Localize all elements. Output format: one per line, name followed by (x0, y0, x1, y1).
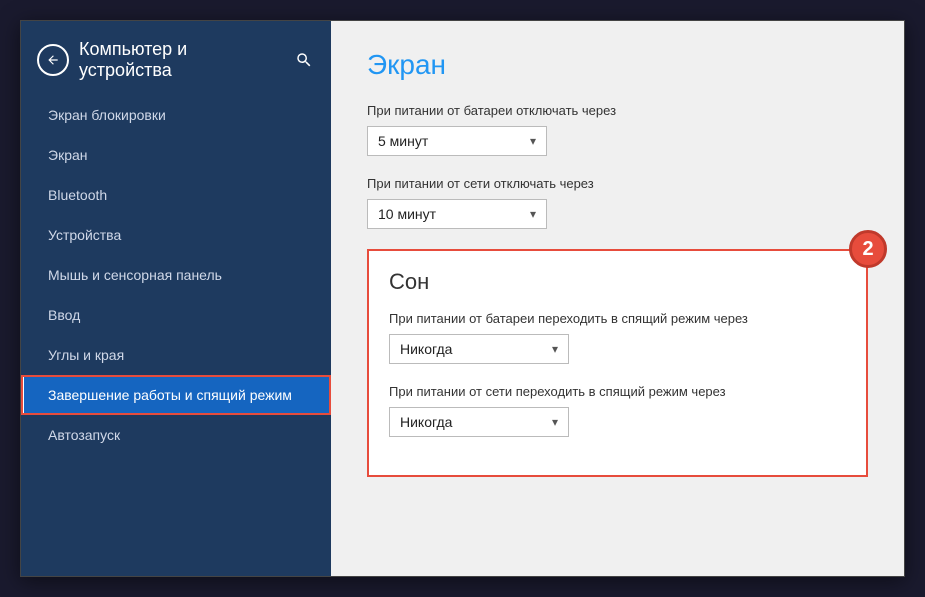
network-off-section: При питании от сети отключать через 10 м… (367, 176, 868, 229)
dropdown-arrow-1: ▾ (530, 134, 536, 148)
dropdown-arrow-2: ▾ (530, 207, 536, 221)
battery-off-label: При питании от батареи отключать через (367, 103, 868, 118)
sidebar-item-screen[interactable]: Экран (21, 135, 331, 175)
battery-off-section: При питании от батареи отключать через 5… (367, 103, 868, 156)
battery-off-value: 5 минут (378, 133, 428, 149)
sidebar-item-bluetooth[interactable]: Bluetooth (21, 175, 331, 215)
back-button[interactable] (37, 44, 69, 76)
battery-sleep-label: При питании от батареи переходить в спящ… (389, 311, 846, 326)
network-sleep-dropdown[interactable]: Никогда ▾ (389, 407, 569, 437)
sidebar-title: Компьютер и устройства (79, 39, 283, 81)
battery-off-dropdown[interactable]: 5 минут ▾ (367, 126, 547, 156)
page-title: Экран (367, 49, 868, 81)
sidebar: Компьютер и устройства Экран блокировки … (21, 21, 331, 576)
network-off-dropdown[interactable]: 10 минут ▾ (367, 199, 547, 229)
dropdown-arrow-4: ▾ (552, 415, 558, 429)
sidebar-item-lock-screen[interactable]: Экран блокировки (21, 95, 331, 135)
dropdown-arrow-3: ▾ (552, 342, 558, 356)
network-sleep-label: При питании от сети переходить в спящий … (389, 384, 846, 399)
sidebar-nav: Экран блокировки Экран Bluetooth Устройс… (21, 95, 331, 576)
app-window: Компьютер и устройства Экран блокировки … (20, 20, 905, 577)
battery-sleep-dropdown[interactable]: Никогда ▾ (389, 334, 569, 364)
son-section: Сон При питании от батареи переходить в … (367, 249, 868, 477)
sidebar-item-corners[interactable]: Углы и края (21, 335, 331, 375)
sidebar-item-shutdown[interactable]: Завершение работы и спящий режим (21, 375, 331, 415)
back-icon (46, 53, 60, 67)
network-off-label: При питании от сети отключать через (367, 176, 868, 191)
sidebar-item-input[interactable]: Ввод (21, 295, 331, 335)
search-button[interactable] (293, 49, 315, 71)
network-off-value: 10 минут (378, 206, 436, 222)
sidebar-header: Компьютер и устройства (21, 21, 331, 95)
content-area: Экран При питании от батареи отключать ч… (331, 21, 904, 576)
sidebar-item-mouse[interactable]: Мышь и сенсорная панель (21, 255, 331, 295)
battery-sleep-section: При питании от батареи переходить в спящ… (389, 311, 846, 364)
network-sleep-section: При питании от сети переходить в спящий … (389, 384, 846, 437)
son-title: Сон (389, 269, 846, 295)
battery-sleep-value: Никогда (400, 341, 452, 357)
sidebar-item-autorun[interactable]: Автозапуск (21, 415, 331, 455)
sidebar-item-devices[interactable]: Устройства (21, 215, 331, 255)
son-wrapper: Сон При питании от батареи переходить в … (367, 249, 868, 477)
badge-2: 2 (849, 230, 887, 268)
search-icon (295, 51, 313, 69)
network-sleep-value: Никогда (400, 414, 452, 430)
